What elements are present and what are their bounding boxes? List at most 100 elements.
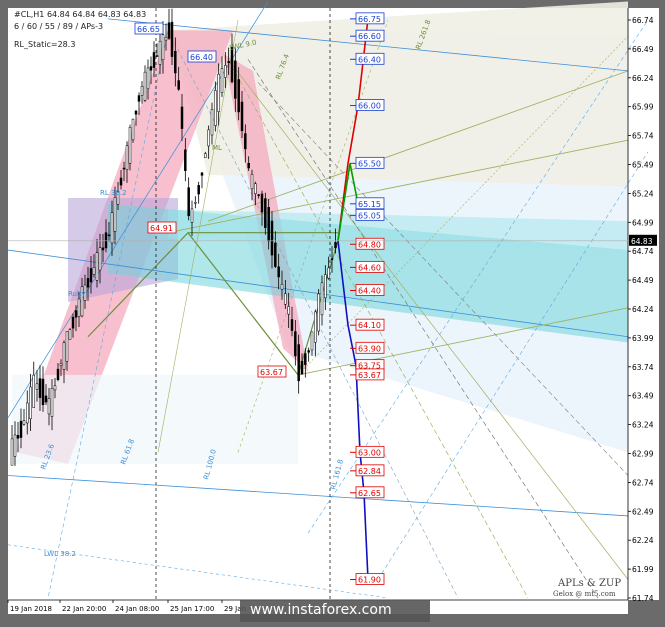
candle-body xyxy=(317,293,320,332)
pivot-label: 63.67 xyxy=(260,368,283,377)
candle-body xyxy=(234,60,237,99)
time-tick-label: 24 Jan 08:00 xyxy=(115,605,159,613)
price-tick-label: 63.49 xyxy=(632,392,654,401)
level-label: 66.40 xyxy=(358,55,381,64)
candle-body xyxy=(22,420,26,425)
level-label: 64.40 xyxy=(358,287,381,296)
level-label: 62.65 xyxy=(358,489,381,498)
candle-body xyxy=(244,133,247,150)
price-tick-label: 64.74 xyxy=(632,247,654,256)
candle-body xyxy=(287,306,290,315)
level-label: 63.90 xyxy=(358,344,381,353)
candle-body xyxy=(184,149,187,171)
candle-body xyxy=(230,47,234,83)
price-tick-label: 62.74 xyxy=(632,478,654,487)
level-label: 63.67 xyxy=(358,371,381,380)
candle-body xyxy=(41,378,45,406)
candle-body xyxy=(107,234,111,237)
candle-body xyxy=(44,395,48,403)
candle-body xyxy=(125,145,129,170)
candle-body xyxy=(274,242,277,267)
candle-body xyxy=(50,388,54,417)
candle-body xyxy=(180,106,184,129)
candle-body xyxy=(32,374,35,408)
candle-body xyxy=(53,385,57,391)
level-label: 66.00 xyxy=(358,102,381,111)
candle-body xyxy=(164,37,168,41)
candle-body xyxy=(190,208,194,223)
level-label: 65.50 xyxy=(358,159,381,168)
candle-body xyxy=(264,198,267,228)
candle-body xyxy=(220,68,224,93)
candle-body xyxy=(330,258,334,260)
candle-body xyxy=(134,110,138,115)
candle-body xyxy=(267,207,270,242)
candle-body xyxy=(304,353,307,365)
candle-body xyxy=(128,127,132,164)
candle-body xyxy=(47,398,51,415)
candle-body xyxy=(131,118,135,141)
candle-body xyxy=(300,360,304,375)
time-tick-label: 19 Jan 2018 xyxy=(10,605,52,613)
level-label: 65.05 xyxy=(358,211,381,220)
line-label: LWL 38.2 xyxy=(44,550,76,558)
candle-body xyxy=(95,252,99,281)
candle-body xyxy=(174,51,177,74)
price-tick-label: 61.74 xyxy=(632,594,654,603)
price-tick-label: 65.24 xyxy=(632,189,654,198)
candle-body xyxy=(59,363,63,366)
line-label: RL 38.2 xyxy=(100,189,127,197)
candle-body xyxy=(207,129,210,147)
price-tick-label: 62.99 xyxy=(632,450,654,459)
candle-body xyxy=(270,220,274,256)
pivot-label: 64.91 xyxy=(150,224,173,233)
candle-body xyxy=(334,242,337,249)
level-label: 66.60 xyxy=(358,32,381,41)
candle-body xyxy=(13,434,17,457)
candle-body xyxy=(297,344,300,382)
candle-body xyxy=(104,232,108,249)
credit-line1: APLs & ZUP xyxy=(558,578,622,589)
candle-body xyxy=(152,52,156,68)
level-label: 62.84 xyxy=(358,467,381,476)
candle-body xyxy=(170,21,174,57)
level-label: 66.75 xyxy=(358,15,381,24)
price-chart[interactable]: 66.75 66.60 66.40 66.00 65.50 65.15 65.05 64.80… xyxy=(0,0,665,627)
candle-body xyxy=(254,183,257,195)
candle-body xyxy=(122,167,126,170)
candle-body xyxy=(65,331,69,362)
symbol-line: #CL,H1 64.84 64.84 64.83 64.83 xyxy=(14,10,147,19)
candle-body xyxy=(98,247,102,271)
candle-body xyxy=(29,386,32,420)
candle-body xyxy=(204,153,207,158)
price-tick-label: 61.99 xyxy=(632,565,654,574)
candle-body xyxy=(194,202,197,204)
candle-body xyxy=(74,310,78,318)
candle-body xyxy=(310,331,314,351)
candle-body xyxy=(307,350,310,353)
candle-body xyxy=(92,267,96,275)
price-tick-label: 66.74 xyxy=(632,16,654,25)
watermark: www.instaforex.com xyxy=(250,602,392,618)
candle-body xyxy=(161,34,165,61)
price-tick-label: 64.99 xyxy=(632,218,654,227)
candle-body xyxy=(320,282,324,316)
price-tick-label: 63.74 xyxy=(632,363,654,372)
candle-body xyxy=(158,40,162,65)
level-label: 63.00 xyxy=(358,448,381,457)
candle-body xyxy=(167,22,171,39)
candle-body xyxy=(110,212,114,244)
price-tick-label: 62.24 xyxy=(632,536,654,545)
candle-body xyxy=(35,383,39,390)
candle-body xyxy=(227,61,230,63)
line-label: ML xyxy=(212,144,222,152)
level-label: 64.10 xyxy=(358,321,381,330)
candle-body xyxy=(89,268,93,283)
candle-body xyxy=(217,73,220,112)
price-tick-label: 66.49 xyxy=(632,45,654,54)
time-tick-label: 25 Jan 17:00 xyxy=(170,605,214,613)
candle-body xyxy=(240,101,244,132)
candle-body xyxy=(187,187,190,217)
candle-body xyxy=(16,435,20,439)
candle-body xyxy=(237,79,240,113)
